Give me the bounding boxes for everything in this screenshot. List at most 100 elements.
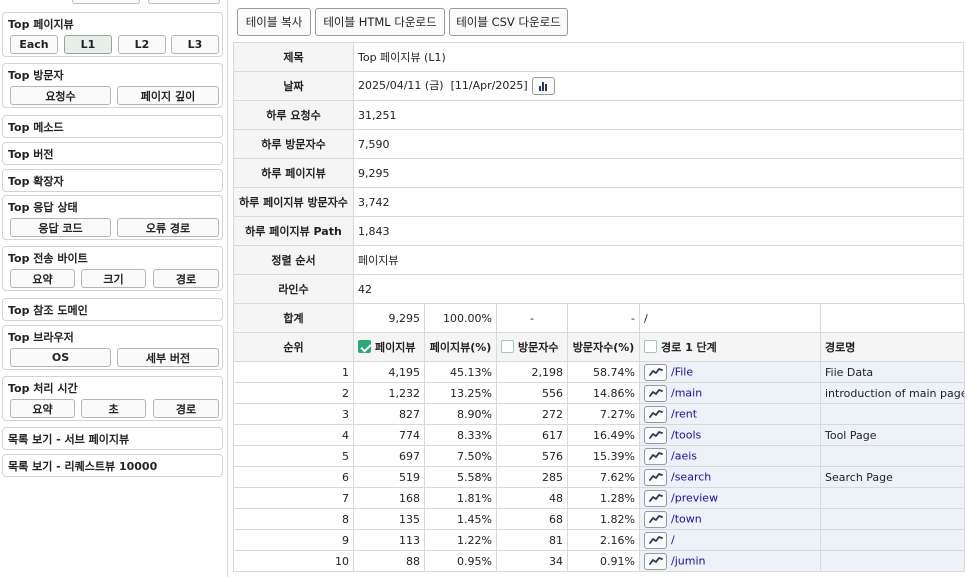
summary-vis-pct: -: [567, 303, 640, 333]
path-trend-button[interactable]: [644, 384, 667, 402]
info-pv-path-value: 1,843: [353, 216, 964, 246]
row-path-cell: /town: [639, 508, 821, 530]
info-lines-value: 42: [353, 274, 964, 304]
row-path-link[interactable]: /town: [671, 512, 702, 525]
table-body: 1 4,195 45.13% 2,198 58.74%/File Fiie Data 2 1,…: [233, 361, 965, 572]
copy-table-button[interactable]: 테이블 복사: [237, 8, 311, 36]
header-pv-pct[interactable]: 페이지뷰(%): [424, 332, 497, 362]
row-visitors-pct: 58.74%: [567, 361, 640, 383]
download-html-button[interactable]: 테이블 HTML 다운로드: [315, 8, 445, 36]
summary-name: [820, 303, 965, 333]
row-path-link[interactable]: /: [671, 533, 675, 546]
daily-chart-button[interactable]: [531, 77, 555, 95]
pageview-l3-button[interactable]: L3: [171, 35, 219, 54]
trend-chart-icon: [648, 410, 663, 418]
path-trend-button[interactable]: [644, 426, 667, 444]
row-visitors-pct: 14.86%: [567, 382, 640, 404]
menu-top-visitor: Top 방문자 요청수 페이지 깊이: [2, 63, 223, 108]
info-requests-label: 하루 요청수: [233, 100, 354, 130]
row-pageviews-pct: 1.81%: [424, 487, 497, 509]
row-path-link[interactable]: /File: [671, 365, 693, 378]
info-sort-label: 정렬 순서: [233, 245, 354, 275]
table-row: 9 113 1.22% 81 2.16% /: [233, 529, 965, 551]
row-path-name: [820, 403, 965, 425]
menu-list-requestview[interactable]: 목록 보기 - 리퀘스트뷰 10000: [2, 454, 223, 477]
time-seconds-button[interactable]: 초: [81, 399, 146, 418]
row-path-link[interactable]: /main: [671, 386, 702, 399]
row-path-link[interactable]: /rent: [671, 407, 697, 420]
menu-list-sub-pageview[interactable]: 목록 보기 - 서브 페이지뷰: [2, 427, 223, 450]
path-checkbox[interactable]: [644, 340, 657, 353]
pageview-each-button[interactable]: Each: [10, 35, 58, 54]
row-path-name: Search Page: [820, 466, 965, 488]
path-trend-button[interactable]: [644, 489, 667, 507]
bytes-size-button[interactable]: 크기: [81, 269, 146, 288]
menu-list-requestview-title: 목록 보기 - 리퀘스트뷰 10000: [8, 460, 158, 473]
summary-row: 합계 9,295 100.00% - - /: [233, 303, 965, 333]
browser-os-button[interactable]: OS: [10, 348, 111, 367]
pageview-checkbox[interactable]: [358, 340, 371, 353]
path-trend-button[interactable]: [644, 552, 667, 570]
row-pageviews-pct: 0.95%: [424, 550, 497, 572]
row-visitors: 272: [496, 403, 568, 425]
pageview-l1-button[interactable]: L1: [64, 35, 112, 54]
menu-top-version[interactable]: Top 버전: [2, 142, 223, 165]
time-summary-button[interactable]: 요약: [10, 399, 75, 418]
info-date-label: 날짜: [233, 71, 354, 101]
path-trend-button[interactable]: [644, 510, 667, 528]
visitor-requests-button[interactable]: 요청수: [10, 86, 111, 105]
row-path-link[interactable]: /aeis: [671, 449, 697, 462]
path-trend-button[interactable]: [644, 447, 667, 465]
header-rank[interactable]: 순위: [233, 332, 354, 362]
header-name[interactable]: 경로명: [820, 332, 965, 362]
row-path-link[interactable]: /tools: [671, 428, 701, 441]
row-path-cell: /search: [639, 466, 821, 488]
row-pageviews-pct: 8.33%: [424, 424, 497, 446]
path-trend-button[interactable]: [644, 468, 667, 486]
row-visitors-pct: 2.16%: [567, 529, 640, 551]
info-pv-visitors-label: 하루 페이지뷰 방문자수: [233, 187, 354, 217]
status-error-path-button[interactable]: 오류 경로: [117, 218, 219, 237]
trend-chart-icon: [648, 452, 663, 460]
row-rank: 3: [233, 403, 354, 425]
menu-top-browser-title: Top 브라우저: [8, 331, 74, 344]
bytes-path-button[interactable]: 경로: [153, 269, 219, 288]
browser-detail-version-button[interactable]: 세부 버전: [117, 348, 219, 367]
path-trend-button[interactable]: [644, 363, 667, 381]
row-path-cell: /rent: [639, 403, 821, 425]
pageview-table: 합계 9,295 100.00% - - / 순위 페이지뷰 페이지뷰(%) 방…: [233, 303, 965, 572]
row-path-link[interactable]: /preview: [671, 491, 718, 504]
path-trend-button[interactable]: [644, 405, 667, 423]
row-pageviews: 1,232: [353, 382, 425, 404]
trend-chart-icon: [648, 368, 663, 376]
time-path-button[interactable]: 경로: [153, 399, 219, 418]
status-code-button[interactable]: 응답 코드: [10, 218, 111, 237]
bytes-summary-button[interactable]: 요약: [10, 269, 75, 288]
info-date-value: 2025/04/11 (금) [11/Apr/2025]: [358, 79, 528, 92]
header-pv-cell[interactable]: 페이지뷰: [353, 332, 425, 362]
header-vis-cell[interactable]: 방문자수: [496, 332, 568, 362]
download-csv-button[interactable]: 테이블 CSV 다운로드: [449, 8, 568, 36]
header-path-cell[interactable]: 경로 1 단계: [639, 332, 821, 362]
row-path-link[interactable]: /search: [671, 470, 711, 483]
menu-top-extension[interactable]: Top 확장자: [2, 169, 223, 192]
menu-top-bytes: Top 전송 바이트 요약 크기 경로: [2, 246, 223, 291]
row-rank: 9: [233, 529, 354, 551]
pageview-l2-button[interactable]: L2: [118, 35, 166, 54]
row-path-link[interactable]: /jumin: [671, 554, 705, 567]
path-trend-button[interactable]: [644, 531, 667, 549]
visitor-page-depth-button[interactable]: 페이지 깊이: [117, 86, 219, 105]
menu-top-referrer-title: Top 참조 도메인: [8, 304, 88, 317]
menu-top-status-title: Top 응답 상태: [8, 201, 78, 214]
visitor-checkbox[interactable]: [501, 340, 514, 353]
info-row-requests: 하루 요청수 31,251: [233, 100, 964, 130]
row-visitors-pct: 7.27%: [567, 403, 640, 425]
menu-top-method[interactable]: Top 메소드: [2, 115, 223, 138]
row-path-cell: /tools: [639, 424, 821, 446]
header-vis-pct[interactable]: 방문자수(%): [567, 332, 640, 362]
info-visitors-value: 7,590: [353, 129, 964, 159]
menu-top-referrer[interactable]: Top 참조 도메인: [2, 298, 223, 321]
trend-chart-icon: [648, 515, 663, 523]
info-row-visitors: 하루 방문자수 7,590: [233, 129, 964, 159]
info-pv-visitors-value: 3,742: [353, 187, 964, 217]
